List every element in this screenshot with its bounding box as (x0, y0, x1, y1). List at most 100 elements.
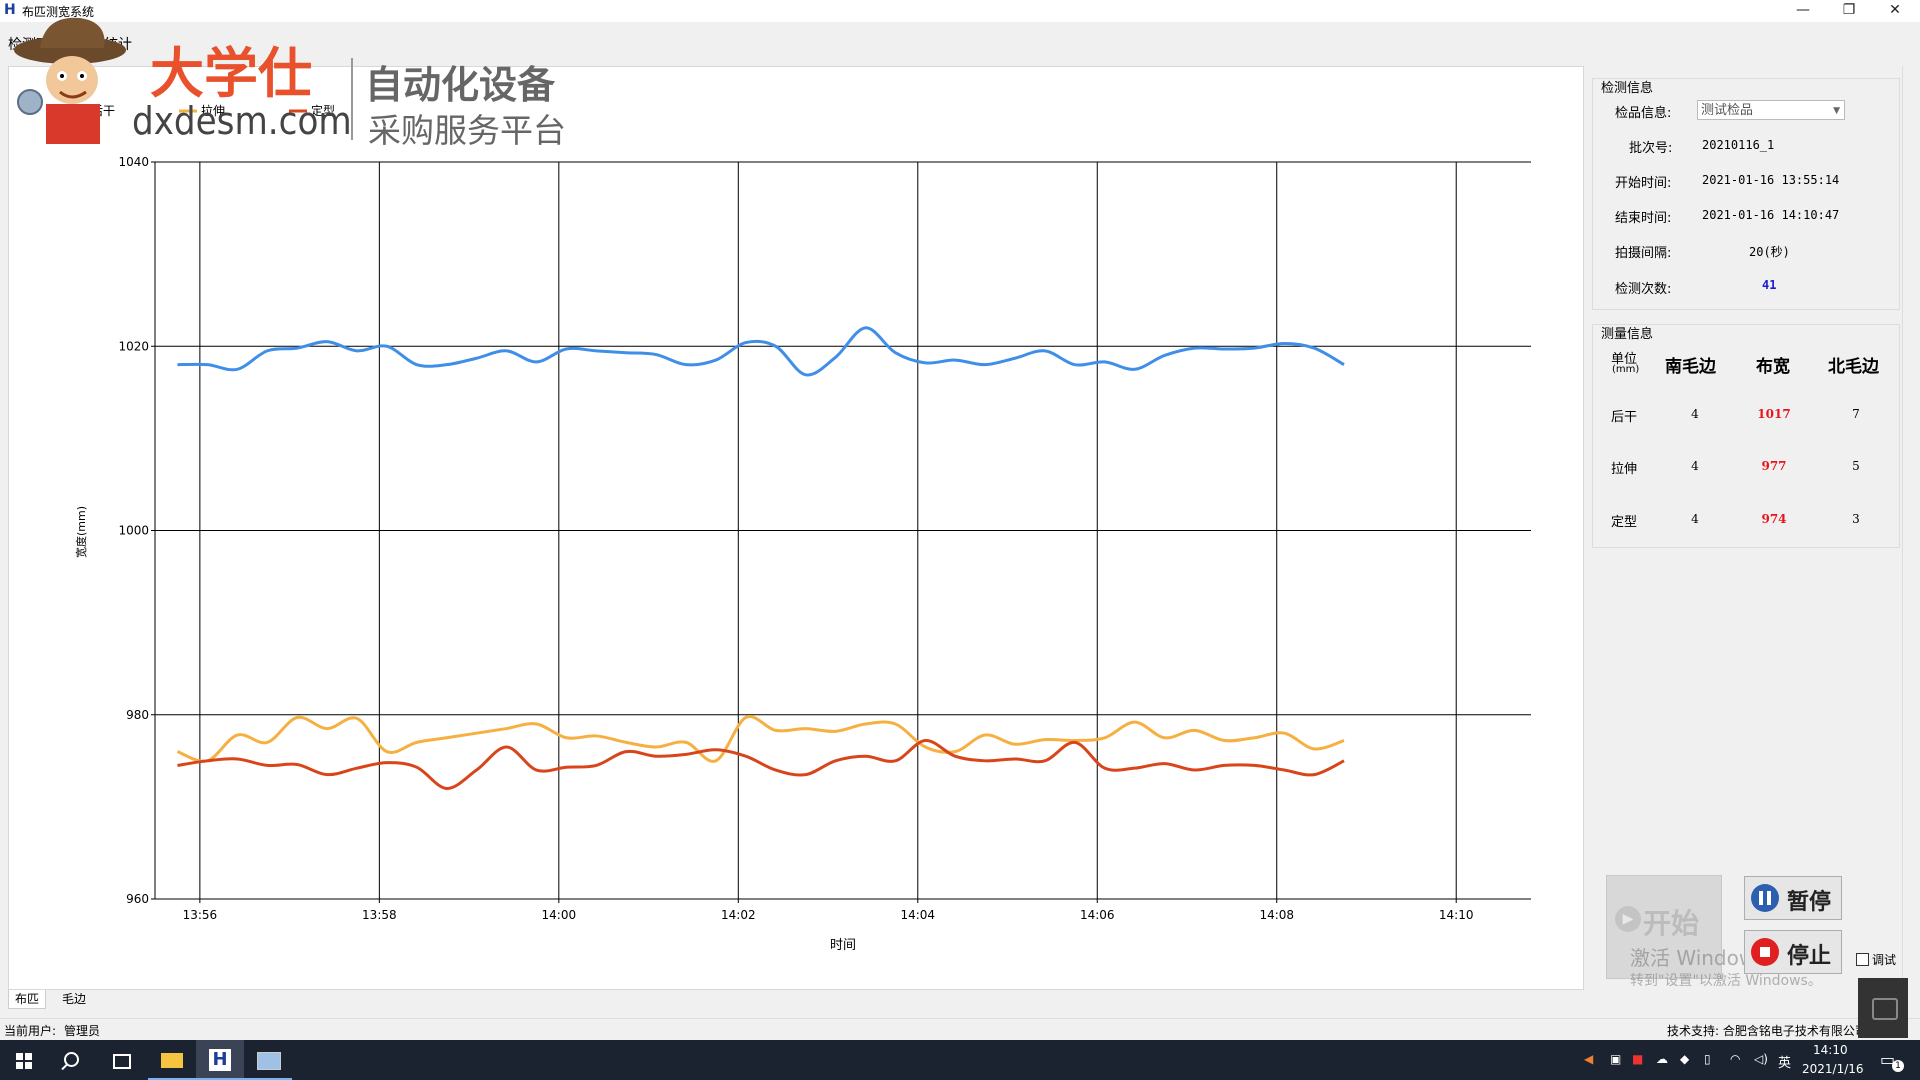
task-view-icon[interactable] (96, 1040, 144, 1080)
x-tick-label: 14:04 (900, 908, 935, 922)
stop-label: 停止 (1787, 943, 1832, 969)
end-time-value: 2021-01-16 14:10:47 (1702, 208, 1840, 222)
y-tick-label: 1000 (118, 524, 149, 538)
start-time-value: 2021-01-16 13:55:14 (1702, 173, 1840, 187)
x-tick-label: 14:06 (1080, 908, 1115, 922)
monitor-icon (1872, 998, 1898, 1020)
y-tick-label: 1040 (118, 155, 149, 169)
pause-label: 暂停 (1787, 889, 1832, 915)
clock-time[interactable]: 14:10 (1813, 1043, 1848, 1057)
shield-icon[interactable]: ◆ (1680, 1052, 1689, 1066)
interval-label: 拍摄间隔: (1615, 246, 1672, 261)
side-widget[interactable] (1858, 978, 1908, 1038)
north-edge-value: 5 (1852, 459, 1860, 473)
battery-icon[interactable]: ▯ (1704, 1052, 1711, 1066)
menu-detect-panel[interactable]: 检测面板 (8, 34, 64, 54)
south-edge-value: 4 (1691, 407, 1699, 421)
title-bar: H 布匹测宽系统 — ❐ ✕ (0, 0, 1920, 22)
minimize-button[interactable]: — (1780, 0, 1826, 22)
x-tick-label: 14:02 (721, 908, 756, 922)
width-value: 977 (1761, 459, 1787, 473)
x-axis-label: 时间 (830, 938, 856, 953)
tray-icon-1[interactable]: ▣ (1610, 1052, 1621, 1066)
speaker-warning-icon[interactable]: ◀ (1584, 1052, 1593, 1066)
tray-icon-2[interactable]: ■ (1632, 1052, 1643, 1066)
width-chart: 960 980 1000 1020 1040 13:56 13:58 14:00 14:02 14… (69, 103, 1531, 953)
debug-label: 调试 (1872, 953, 1897, 967)
user-label: 当前用户: (4, 1024, 57, 1038)
inspect-group-title: 检测信息 (1601, 81, 1654, 96)
pause-icon (1751, 884, 1779, 912)
header-south-edge: 南毛边 (1665, 357, 1716, 377)
tab-fabric[interactable]: 布匹 (8, 990, 47, 1009)
product-select[interactable]: 测试检品 ▼ (1697, 100, 1845, 120)
x-tick-label: 14:00 (542, 908, 577, 922)
tray-icon-3[interactable]: ☁ (1656, 1052, 1668, 1066)
interval-value: 20(秒) (1749, 245, 1790, 259)
start-label: 开始 (1643, 907, 1700, 940)
network-icon[interactable]: ◠ (1730, 1052, 1740, 1066)
stop-button[interactable]: 停止 (1744, 930, 1842, 974)
clock-date[interactable]: 2021/1/16 (1802, 1062, 1864, 1076)
y-tick-label: 1020 (118, 339, 149, 353)
count-value: 41 (1762, 278, 1777, 292)
y-axis-label: 宽度(mm) (74, 506, 88, 558)
tab-edge[interactable]: 毛边 (56, 990, 92, 1008)
legend-label: 定型 (311, 103, 335, 118)
fabric-app-icon[interactable]: H (196, 1040, 244, 1080)
row-name: 拉伸 (1611, 462, 1638, 477)
series-line-2 (177, 739, 1345, 790)
menu-query-stats[interactable]: 查询统计 (76, 34, 132, 54)
app-icon: H (4, 2, 16, 18)
width-value: 1017 (1757, 407, 1791, 421)
batch-label: 批次号: (1629, 141, 1673, 156)
window-title: 布匹测宽系统 (22, 5, 95, 19)
close-button[interactable]: ✕ (1872, 0, 1918, 22)
x-tick-label: 14:08 (1259, 908, 1294, 922)
play-icon: ▶ (1615, 906, 1641, 932)
series-line-0 (177, 326, 1345, 377)
chart-panel: 960 980 1000 1020 1040 13:56 13:58 14:00 14:02 14… (8, 66, 1584, 990)
support-text: 技术支持: 合肥含铭电子技术有限公司 (1667, 1024, 1867, 1038)
start-time-label: 开始时间: (1615, 176, 1672, 191)
windows-start-icon[interactable] (0, 1040, 48, 1080)
header-north-edge: 北毛边 (1828, 357, 1879, 377)
row-name: 后干 (1611, 410, 1638, 425)
product-label: 检品信息: (1615, 106, 1672, 121)
remote-desktop-icon[interactable] (244, 1040, 292, 1080)
series-line-1 (176, 715, 1345, 763)
file-explorer-icon[interactable] (148, 1040, 196, 1080)
south-edge-value: 4 (1691, 512, 1699, 526)
batch-value: 20210116_1 (1702, 138, 1775, 152)
vertical-scrollbar[interactable] (1902, 66, 1917, 1008)
legend-label: 后干 (91, 104, 115, 118)
count-label: 检测次数: (1615, 282, 1672, 297)
pause-button[interactable]: 暂停 (1744, 876, 1842, 920)
notification-count: 1 (1892, 1060, 1904, 1072)
row-name: 定型 (1611, 515, 1638, 530)
status-bar: 当前用户: 管理员 技术支持: 合肥含铭电子技术有限公司 (0, 1018, 1920, 1041)
y-tick-label: 960 (126, 892, 149, 906)
input-language[interactable]: 英 (1778, 1052, 1791, 1071)
x-tick-label: 13:58 (362, 908, 397, 922)
legend-label: 拉伸 (201, 103, 225, 118)
volume-icon[interactable]: ◁) (1754, 1052, 1768, 1066)
search-icon[interactable] (48, 1040, 96, 1080)
measure-group-title: 测量信息 (1601, 327, 1654, 342)
end-time-label: 结束时间: (1615, 211, 1672, 226)
chevron-down-icon: ▼ (1833, 106, 1840, 116)
unit-sub: (mm) (1612, 364, 1640, 375)
south-edge-value: 4 (1691, 459, 1699, 473)
menu-bar (0, 22, 1920, 58)
stop-icon (1751, 938, 1779, 966)
x-tick-label: 13:56 (183, 908, 218, 922)
north-edge-value: 7 (1852, 407, 1860, 421)
width-value: 974 (1761, 512, 1787, 526)
debug-checkbox[interactable] (1856, 953, 1869, 966)
north-edge-value: 3 (1852, 512, 1860, 526)
x-tick-label: 14:10 (1439, 908, 1474, 922)
restore-button[interactable]: ❐ (1826, 0, 1872, 22)
user-value: 管理员 (64, 1024, 101, 1038)
header-width: 布宽 (1756, 357, 1790, 377)
y-tick-label: 980 (126, 708, 149, 722)
